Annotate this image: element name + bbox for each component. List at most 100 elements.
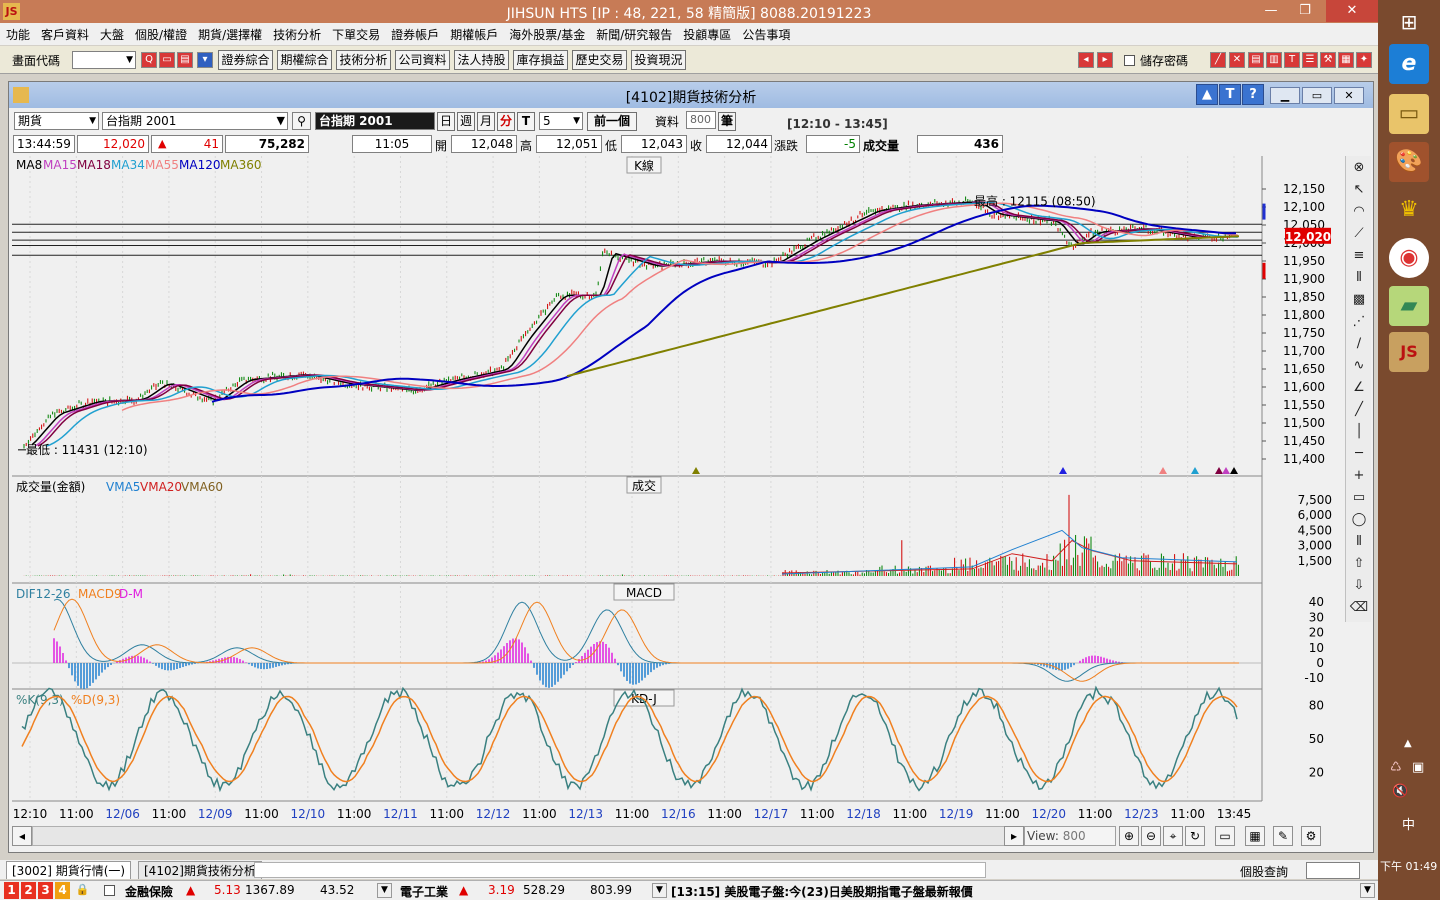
windows-start-icon[interactable]: ⊞: [1389, 2, 1429, 42]
up-arrow-icon[interactable]: ▲: [1196, 84, 1218, 105]
toolbar-button[interactable]: 投資現況: [631, 50, 686, 70]
tool-icon[interactable]: ▥: [1266, 52, 1282, 68]
period-month-button[interactable]: 月: [477, 112, 495, 131]
tool-icon[interactable]: ▦: [1338, 52, 1354, 68]
arrow-up-icon[interactable]: ⇧: [1349, 554, 1369, 574]
search-icon[interactable]: Q: [141, 52, 157, 68]
dropdown-icon[interactable]: ▾: [197, 52, 213, 68]
period-day-button[interactable]: 日: [437, 112, 455, 131]
menu-item[interactable]: 海外股票/基金: [503, 23, 590, 43]
stock-query-input[interactable]: [1306, 862, 1360, 879]
toolbar-button[interactable]: 歷史交易: [572, 50, 627, 70]
menu-item[interactable]: 技術分析: [267, 23, 326, 43]
child-close-icon[interactable]: ✕: [1334, 87, 1364, 104]
save-password-checkbox[interactable]: [1124, 55, 1135, 66]
hlines-icon[interactable]: ≡: [1349, 246, 1369, 266]
zoom-in-icon[interactable]: ⊕: [1119, 826, 1139, 846]
restore-icon[interactable]: ❐: [1290, 0, 1320, 22]
clear-icon[interactable]: ⊗: [1349, 158, 1369, 178]
child-minimize-icon[interactable]: ▁: [1270, 87, 1300, 104]
fit-icon[interactable]: ⌖: [1163, 826, 1183, 846]
angle-icon[interactable]: ∠: [1349, 378, 1369, 398]
volume-muted-icon[interactable]: 🔇: [1392, 784, 1408, 799]
help-icon[interactable]: ?: [1242, 84, 1264, 105]
minimize-icon[interactable]: —: [1256, 0, 1286, 22]
interval-select[interactable]: 5 ▼: [539, 112, 583, 130]
toolbar-button[interactable]: 期權綜合: [277, 50, 332, 70]
menu-item[interactable]: 客戶資料: [35, 23, 94, 43]
menu-item[interactable]: 大盤: [94, 23, 129, 43]
search-icon[interactable]: ⚲: [292, 112, 311, 130]
paint-icon[interactable]: 🎨: [1389, 142, 1429, 182]
pen-icon[interactable]: ✎: [1273, 826, 1293, 846]
vlines-icon[interactable]: ⦀: [1349, 268, 1369, 288]
chart-scrollbar[interactable]: [32, 826, 1008, 846]
zoom-out-icon[interactable]: ⊖: [1141, 826, 1161, 846]
line-icon[interactable]: ╱: [1349, 400, 1369, 420]
toolbar-button[interactable]: 庫存損益: [513, 50, 568, 70]
page-2-button[interactable]: 2: [21, 882, 36, 899]
data-count-input[interactable]: 800: [686, 111, 716, 129]
news-ticker[interactable]: [13:15] 美股電子盤:今(23)日美股期指電子盤最新報價: [671, 883, 1361, 900]
lock-icon[interactable]: 🔒: [75, 883, 90, 898]
tray-app-icon[interactable]: ♺: [1390, 760, 1402, 775]
menu-item[interactable]: 期權帳戶: [444, 23, 503, 43]
period-minute-button[interactable]: 分: [497, 112, 515, 131]
prev-button[interactable]: 前一個: [587, 112, 637, 131]
vline-icon[interactable]: │: [1349, 422, 1369, 442]
toolbar-button[interactable]: 技術分析: [336, 50, 391, 70]
wave-icon[interactable]: ∿: [1349, 356, 1369, 376]
crown-app-icon[interactable]: ♛: [1389, 190, 1429, 230]
tool-icon[interactable]: ☰: [1302, 52, 1318, 68]
close-icon[interactable]: ✕: [1326, 0, 1378, 22]
page-4-button[interactable]: 4: [55, 882, 70, 899]
jihsun-app-icon[interactable]: JS: [1389, 332, 1429, 372]
fan-icon[interactable]: ⋰: [1349, 312, 1369, 332]
ellipse-icon[interactable]: ◯: [1349, 510, 1369, 530]
tool-icon[interactable]: ⚒: [1320, 52, 1336, 68]
sector2-dropdown[interactable]: ▼: [652, 883, 667, 898]
period-tick-button[interactable]: T: [517, 112, 535, 131]
menu-item[interactable]: 投顧專區: [677, 23, 736, 43]
tool-icon[interactable]: ▤: [1248, 52, 1264, 68]
tab-futures-quote[interactable]: [3002] 期貨行情(一): [6, 861, 132, 879]
eraser-icon[interactable]: ⌫: [1349, 598, 1369, 618]
menu-item[interactable]: 新聞/研究報告: [590, 23, 677, 43]
arrow-down-icon[interactable]: ⇩: [1349, 576, 1369, 596]
refresh-icon[interactable]: ↻: [1185, 826, 1205, 846]
menu-item[interactable]: 個股/權證: [129, 23, 192, 43]
arrow-left-icon[interactable]: ◂: [1078, 52, 1094, 68]
grid-icon[interactable]: ▩: [1349, 290, 1369, 310]
sector1-dropdown[interactable]: ▼: [377, 883, 392, 898]
file-explorer-icon[interactable]: ▭: [1389, 94, 1429, 134]
sticky-notes-icon[interactable]: ▰: [1389, 286, 1429, 326]
tool-icon[interactable]: T: [1284, 52, 1300, 68]
panel-icon[interactable]: ▭: [1215, 826, 1235, 846]
unit-button[interactable]: 筆: [718, 112, 736, 131]
chrome-icon[interactable]: ◉: [1389, 238, 1429, 278]
tool-icon[interactable]: ╱: [1210, 52, 1226, 68]
bars-icon[interactable]: ⦀: [1349, 532, 1369, 552]
menu-item[interactable]: 功能: [0, 23, 35, 43]
type-select[interactable]: 期貨 ▼: [14, 112, 99, 130]
menu-item[interactable]: 公告事項: [736, 23, 795, 43]
window-icon[interactable]: ▭: [159, 52, 175, 68]
hline-icon[interactable]: ─: [1349, 444, 1369, 464]
toolbar-button[interactable]: 法人持股: [454, 50, 509, 70]
menu-item[interactable]: 期貨/選擇權: [192, 23, 267, 43]
page-1-button[interactable]: 1: [4, 882, 19, 899]
symbol-select[interactable]: 台指期 2001 ▼: [102, 112, 288, 130]
pointer-icon[interactable]: ↖: [1349, 180, 1369, 200]
page-3-button[interactable]: 3: [38, 882, 53, 899]
arc-icon[interactable]: ◠: [1349, 202, 1369, 222]
toolbar-button[interactable]: 公司資料: [395, 50, 450, 70]
menu-item[interactable]: 證券帳戶: [385, 23, 444, 43]
clock[interactable]: 下午 01:49: [1380, 858, 1437, 874]
status-checkbox[interactable]: [104, 885, 115, 896]
text-icon[interactable]: T: [1219, 84, 1241, 105]
network-icon[interactable]: ▣: [1412, 760, 1424, 775]
channel-icon[interactable]: ∕: [1349, 334, 1369, 354]
scroll-left-icon[interactable]: ◂: [12, 826, 32, 846]
toolbar-button[interactable]: 證券綜合: [218, 50, 273, 70]
tray-expand-icon[interactable]: ▲: [1404, 738, 1412, 749]
